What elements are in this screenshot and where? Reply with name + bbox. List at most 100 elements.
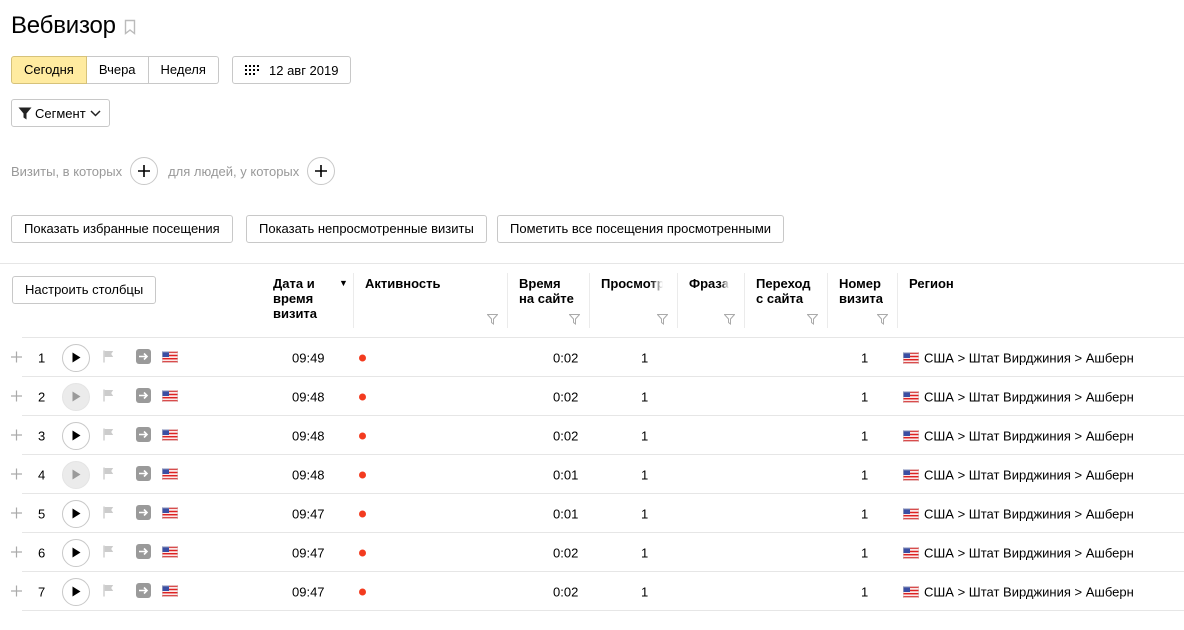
table-row[interactable]: 7 09:47 0:02 1 1 США > Штат Вирджиния > Ашбер… [0, 571, 1184, 611]
table-row[interactable]: 5 09:47 0:01 1 1 США > Штат Вирджиния > Ашбер… [0, 493, 1184, 533]
column-header-region[interactable]: Регион [909, 276, 1009, 291]
column-filter-icon[interactable] [724, 314, 735, 325]
column-header-referrer[interactable]: Переход с сайта [756, 276, 814, 306]
bookmark-icon[interactable] [124, 19, 136, 40]
flag-icon[interactable] [103, 428, 114, 444]
referrer-arrow-icon [136, 348, 151, 367]
column-divider [677, 273, 678, 328]
column-filter-icon[interactable] [487, 314, 498, 325]
flag-icon[interactable] [103, 350, 114, 366]
visit-duration: 0:01 [553, 467, 579, 482]
play-button[interactable] [62, 460, 90, 489]
flag-icon[interactable] [103, 545, 114, 561]
period-today-button[interactable]: Сегодня [11, 56, 87, 84]
add-visit-condition-button[interactable] [130, 157, 159, 185]
table-row[interactable]: 1 09:49 0:02 1 1 США > Штат Вирджиния > Ашбер… [0, 337, 1184, 377]
us-flag-icon [903, 586, 919, 597]
visit-number: 1 [861, 545, 869, 560]
column-filter-icon[interactable] [657, 314, 668, 325]
column-header-duration[interactable]: Время на сайте [519, 276, 577, 306]
date-label: 12 авг 2019 [269, 62, 339, 78]
expand-icon[interactable] [11, 467, 22, 482]
period-week-button[interactable]: Неделя [148, 56, 219, 84]
flag-icon[interactable] [103, 584, 114, 600]
expand-icon[interactable] [11, 350, 22, 365]
mark-all-viewed-button[interactable]: Пометить все посещения просмотренными [497, 215, 785, 243]
expand-icon[interactable] [11, 428, 22, 443]
play-icon [72, 508, 80, 519]
expand-icon[interactable] [11, 584, 22, 599]
region-cell: США > Штат Вирджиния > Ашберн [903, 467, 1134, 482]
column-header-views[interactable]: Просмотр [601, 276, 663, 291]
expand-icon[interactable] [11, 506, 22, 521]
period-yesterday-button[interactable]: Вчера [86, 56, 149, 84]
play-button[interactable] [62, 538, 90, 567]
region-cell: США > Штат Вирджиния > Ашберн [903, 545, 1134, 560]
column-filter-icon[interactable] [877, 314, 888, 325]
column-filter-icon[interactable] [807, 314, 818, 325]
visit-time: 09:47 [292, 506, 325, 521]
visit-number: 1 [861, 584, 869, 599]
add-people-condition-button[interactable] [307, 157, 336, 185]
country-flag-icon [162, 350, 178, 365]
table-row[interactable]: 3 09:48 0:02 1 1 США > Штат Вирджиния > Ашбер… [0, 415, 1184, 455]
play-button[interactable] [62, 382, 90, 411]
region-cell: США > Штат Вирджиния > Ашберн [903, 584, 1134, 599]
flag-icon[interactable] [103, 506, 114, 522]
column-divider [744, 273, 745, 328]
visit-number: 1 [861, 350, 869, 365]
configure-columns-button[interactable]: Настроить столбцы [12, 276, 157, 304]
visit-number: 1 [861, 428, 869, 443]
activity-indicator [359, 549, 366, 556]
table-row[interactable]: 4 09:48 0:01 1 1 США > Штат Вирджиния > Ашбер… [0, 454, 1184, 494]
column-header-datetime[interactable]: Дата и время визита [273, 276, 343, 321]
page-header: Вебвизор [11, 12, 136, 40]
page-views: 1 [641, 467, 649, 482]
visit-duration: 0:02 [553, 350, 579, 365]
column-header-phrase[interactable]: Фраза [689, 276, 729, 291]
play-button[interactable] [62, 499, 90, 528]
expand-icon[interactable] [11, 545, 22, 560]
visit-time: 09:48 [292, 389, 325, 404]
table-row[interactable]: 2 09:48 0:02 1 1 США > Штат Вирджиния > Ашбер… [0, 376, 1184, 416]
region-label: США > Штат Вирджиния > Ашберн [924, 545, 1134, 560]
sort-desc-icon[interactable]: ▼ [339, 278, 348, 288]
region-cell: США > Штат Вирджиния > Ашберн [903, 506, 1134, 521]
page-views: 1 [641, 350, 649, 365]
play-icon [72, 547, 80, 558]
play-icon [72, 430, 80, 441]
segment-button[interactable]: Сегмент [11, 99, 110, 127]
show-favorites-button[interactable]: Показать избранные посещения [11, 215, 233, 243]
table-row[interactable]: 6 09:47 0:02 1 1 США > Штат Вирджиния > Ашбер… [0, 532, 1184, 572]
country-flag-icon [162, 506, 178, 521]
flag-icon[interactable] [103, 389, 114, 405]
page-views: 1 [641, 428, 649, 443]
column-filter-icon[interactable] [569, 314, 580, 325]
region-label: США > Штат Вирджиния > Ашберн [924, 350, 1134, 365]
flag-icon[interactable] [103, 467, 114, 483]
us-flag-icon [162, 546, 178, 557]
play-button[interactable] [62, 577, 90, 606]
region-label: США > Штат Вирджиния > Ашберн [924, 506, 1134, 521]
row-divider [22, 571, 1184, 572]
show-unviewed-button[interactable]: Показать непросмотренные визиты [246, 215, 487, 243]
visit-time: 09:47 [292, 584, 325, 599]
referrer-arrow-icon [136, 582, 151, 601]
column-divider [827, 273, 828, 328]
column-header-visit-number[interactable]: Номер визита [839, 276, 883, 306]
expand-icon[interactable] [11, 389, 22, 404]
page-views: 1 [641, 389, 649, 404]
visit-duration: 0:02 [553, 545, 579, 560]
play-button[interactable] [62, 421, 90, 450]
date-picker-button[interactable]: 12 авг 2019 [232, 56, 352, 84]
referrer-arrow-icon [136, 426, 151, 445]
country-flag-icon [162, 545, 178, 560]
column-header-activity[interactable]: Активность [365, 276, 500, 291]
play-button[interactable] [62, 343, 90, 372]
row-number: 4 [38, 467, 46, 482]
play-icon [72, 391, 80, 402]
column-divider [589, 273, 590, 328]
play-icon [72, 469, 80, 480]
visit-time: 09:48 [292, 467, 325, 482]
condition-filters: Визиты, в которых для людей, у которых [11, 157, 345, 185]
